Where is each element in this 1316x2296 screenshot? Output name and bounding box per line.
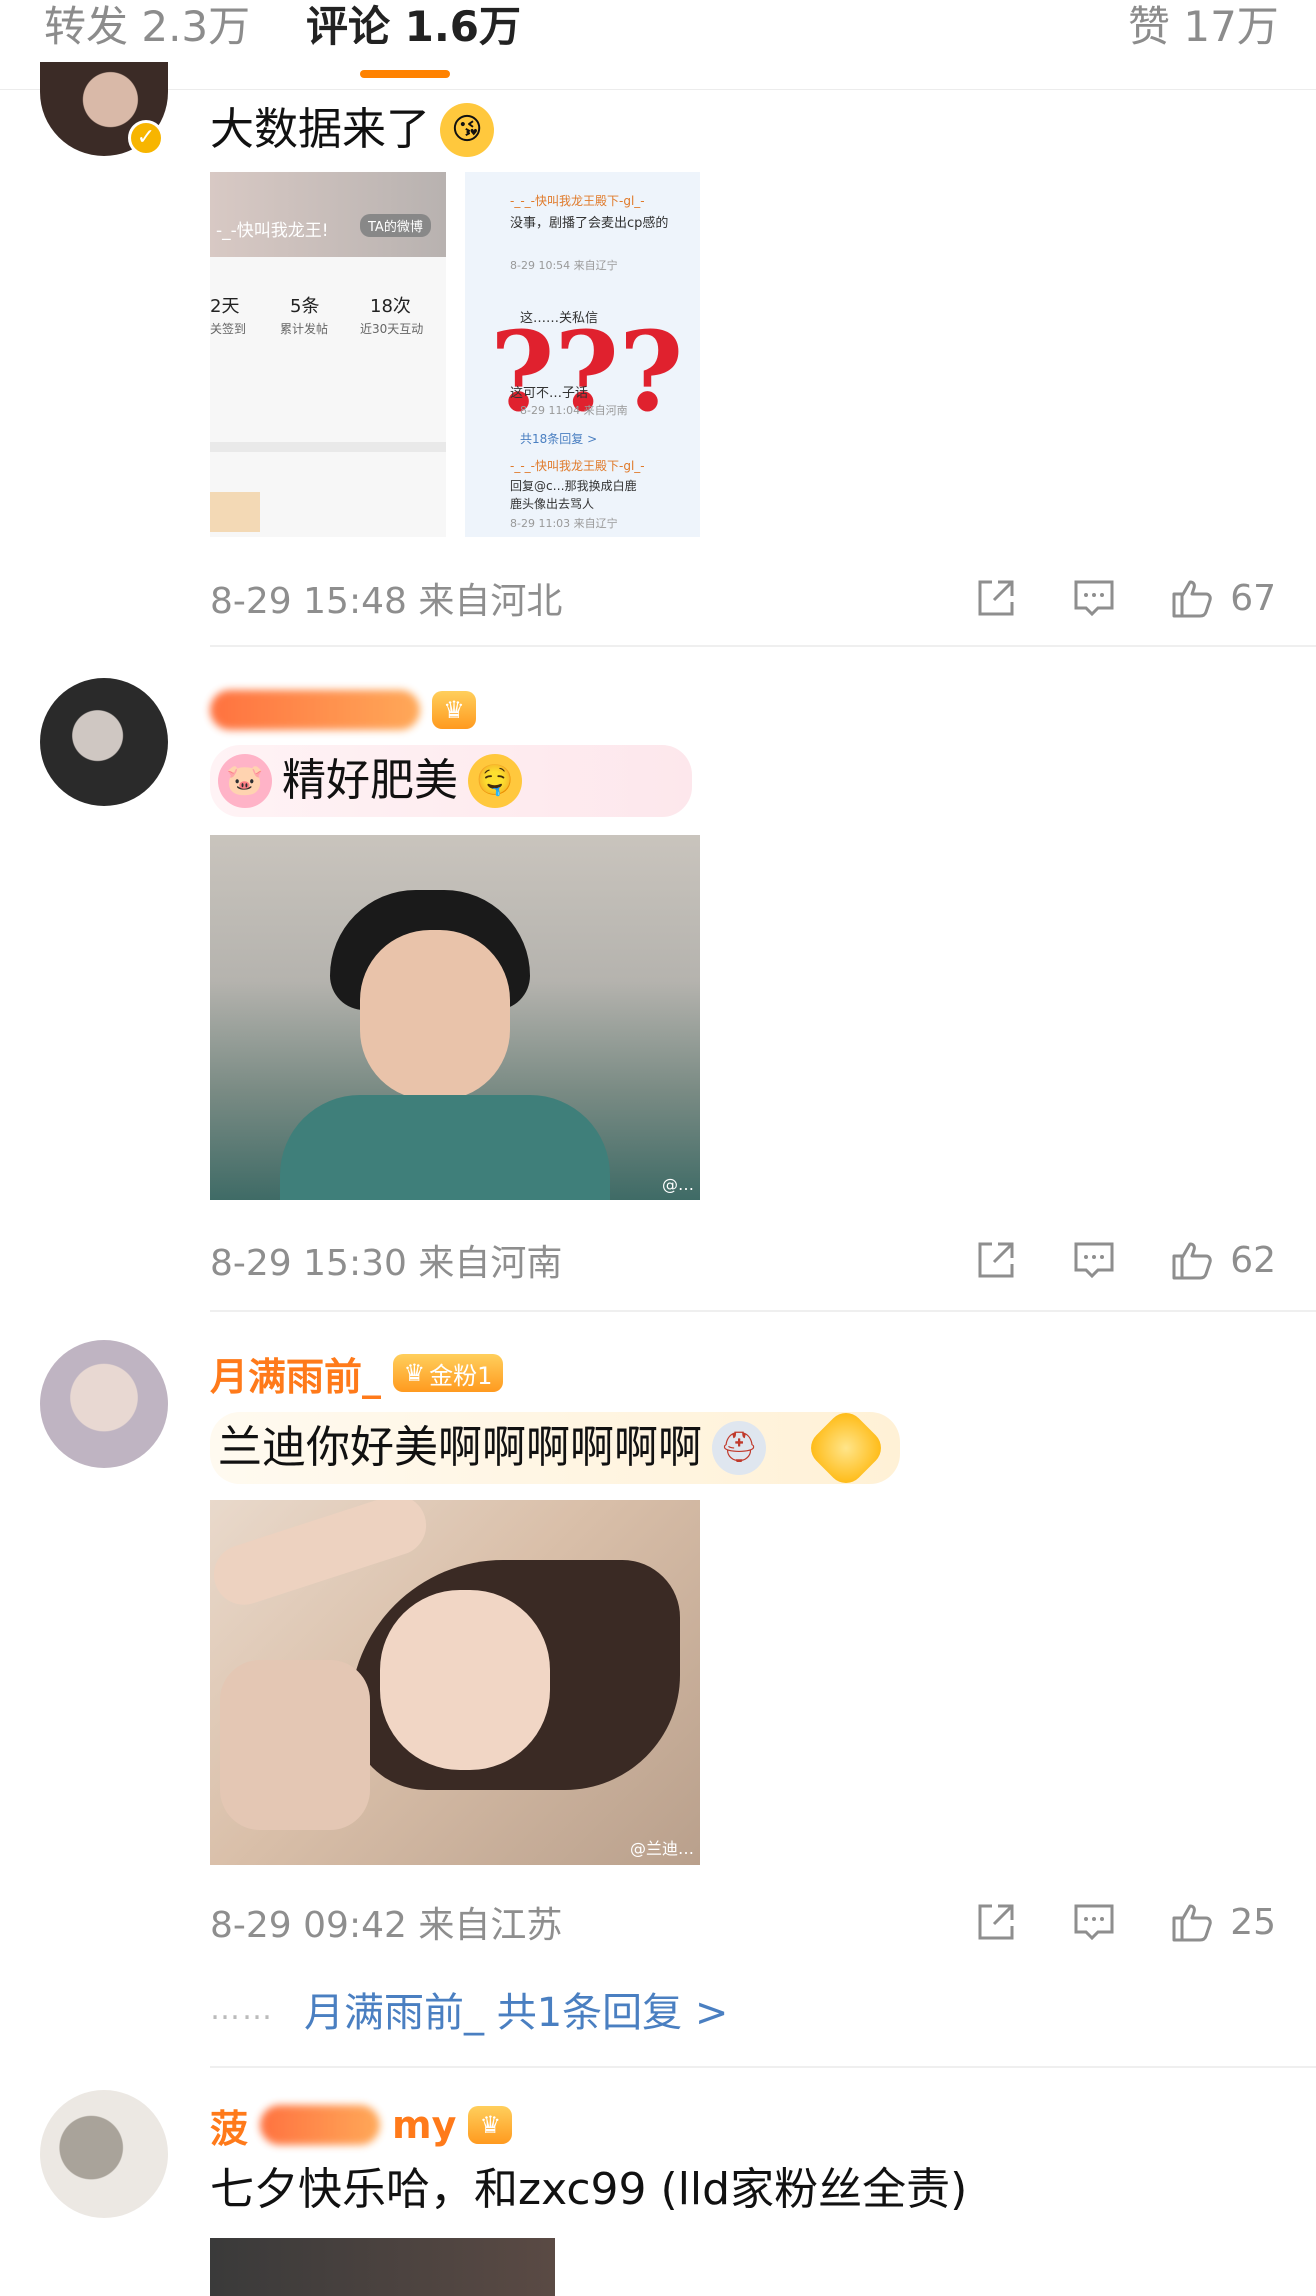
comment-text: 精好肥美: [282, 755, 458, 806]
tab-reposts[interactable]: 转发 2.3万: [44, 0, 250, 54]
share-icon: [978, 580, 1014, 616]
comment-time: 8-29 15:30 来自河南: [210, 1243, 563, 1284]
username-redacted: [210, 690, 420, 730]
comment-image[interactable]: [210, 2238, 555, 2296]
reply-button[interactable]: [1070, 574, 1118, 622]
comment-bubble: 兰迪你好美啊啊啊啊啊啊 ⛑: [210, 1405, 900, 1491]
crown-badge-icon: ♛: [432, 691, 476, 729]
avatar[interactable]: [40, 678, 168, 806]
active-tab-indicator: [360, 70, 450, 78]
screenshot-title: -_-快叫我龙王!: [216, 221, 329, 241]
fan-badge: ♛ 金粉1: [393, 1354, 504, 1392]
divider: [210, 2066, 1316, 2068]
pig-face-icon: 🐷: [218, 754, 272, 808]
thumbs-up-icon: [1172, 1242, 1212, 1280]
crown-badge-icon: ♛: [468, 2106, 513, 2144]
avatar[interactable]: [40, 1340, 168, 1468]
reply-button[interactable]: [1070, 1898, 1118, 1946]
like-count: 67: [1230, 577, 1276, 619]
thumbs-up-icon: [1172, 580, 1212, 618]
image-watermark: @兰迪…: [629, 1839, 694, 1858]
image-garment: [280, 1095, 610, 1200]
comment-image[interactable]: @兰迪…: [210, 1500, 700, 1865]
username-start[interactable]: 菠: [210, 2098, 248, 2153]
avatar[interactable]: [40, 2090, 168, 2218]
comment-icon: [1074, 580, 1114, 617]
screenshot-right-panel: -_-_-快叫我龙王殿下-gl_- 没事，剧播了会麦出cp感的 8-29 10:…: [465, 172, 700, 537]
gem-icon: [803, 1405, 889, 1491]
image-face: [360, 930, 510, 1100]
comment-bubble: 🐷 精好肥美 🤤: [210, 745, 692, 817]
comment-meta: 8-29 15:30 来自河南 62: [210, 1230, 1276, 1290]
share-button[interactable]: [972, 1236, 1020, 1284]
comment-time: 8-29 15:48 来自河北: [210, 581, 563, 622]
reply-summary[interactable]: 月满雨前_ 共1条回复 >: [304, 1980, 728, 2038]
comment-text: 七夕快乐哈，和zxc99 (lld家粉丝全责): [210, 2164, 968, 2215]
kiss-face-icon: 😘: [440, 103, 494, 157]
share-icon: [978, 1904, 1014, 1940]
share-button[interactable]: [972, 1898, 1020, 1946]
image-face: [380, 1590, 550, 1770]
share-button[interactable]: [972, 574, 1020, 622]
comment-image[interactable]: @…: [210, 835, 700, 1200]
comment-time: 8-29 09:42 来自江苏: [210, 1905, 563, 1946]
comment-icon: [1074, 1904, 1114, 1941]
reply-button[interactable]: [1070, 1236, 1118, 1284]
like-count: 25: [1230, 1901, 1276, 1943]
divider: [210, 645, 1316, 647]
share-icon: [978, 1242, 1014, 1278]
crown-icon: ♛: [403, 1359, 426, 1387]
reply-dots: ……: [210, 1991, 274, 2027]
comment-text: 兰迪你好美啊啊啊啊啊啊: [218, 1422, 702, 1473]
image-arm: [210, 1500, 434, 1613]
verified-badge-icon: ✓: [128, 120, 164, 156]
screenshot-left-panel: -_-快叫我龙王! TA的微博 2天 关签到 5条 累计发帖 18次 近30天互…: [210, 172, 446, 537]
thumbs-up-icon: [1172, 1904, 1212, 1942]
divider: [210, 1310, 1316, 1312]
comment-text: 大数据来了: [210, 104, 430, 155]
comment-meta: 8-29 09:42 来自江苏 25: [210, 1892, 1276, 1952]
like-button[interactable]: 62: [1168, 1236, 1276, 1284]
image-watermark: @…: [662, 1175, 694, 1194]
comment-image[interactable]: -_-快叫我龙王! TA的微博 2天 关签到 5条 累计发帖 18次 近30天互…: [210, 172, 700, 537]
tab-comments[interactable]: 评论 1.6万: [306, 0, 521, 54]
like-button[interactable]: 25: [1168, 1898, 1276, 1946]
username-redacted: [260, 2105, 381, 2145]
username-end[interactable]: my: [392, 2103, 456, 2147]
username[interactable]: 月满雨前_: [210, 1346, 381, 1401]
image-shoulder: [220, 1660, 370, 1830]
like-count: 62: [1230, 1239, 1276, 1281]
tab-likes[interactable]: 赞 17万: [1128, 0, 1279, 54]
comment-icon: [1074, 1242, 1114, 1279]
ultraman-icon: ⛑: [712, 1421, 766, 1475]
drooling-face-icon: 🤤: [468, 754, 522, 808]
comment-meta: 8-29 15:48 来自河北 67: [210, 568, 1276, 628]
comment-tabs: 转发 2.3万 评论 1.6万 赞 17万: [0, 0, 1316, 90]
like-button[interactable]: 67: [1168, 574, 1276, 622]
view-replies-link[interactable]: …… 月满雨前_ 共1条回复 >: [210, 1980, 728, 2038]
screenshot-button: TA的微博: [360, 214, 431, 237]
